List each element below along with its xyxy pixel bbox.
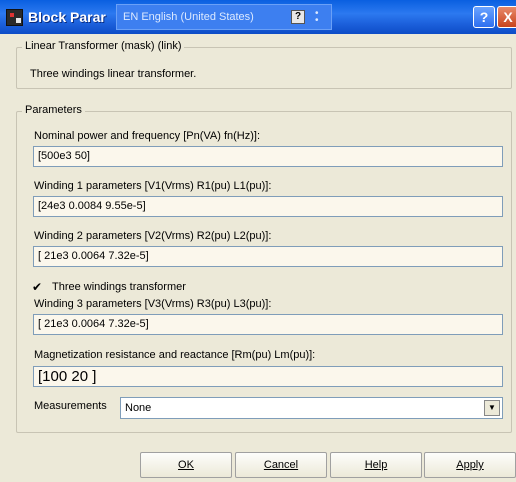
ok-button[interactable]: OK: [140, 452, 232, 478]
measurements-label: Measurements: [34, 400, 107, 412]
mask-description: Three windings linear transformer.: [30, 68, 197, 80]
three-windings-label[interactable]: Three windings transformer: [52, 281, 186, 293]
cancel-button-label[interactable]: Cancel: [264, 459, 298, 471]
measurements-select[interactable]: None ▼: [120, 397, 503, 419]
nominal-power-label: Nominal power and frequency [Pn(VA) fn(H…: [34, 130, 260, 142]
close-button[interactable]: X: [497, 6, 516, 28]
ok-button-label[interactable]: OK: [178, 459, 194, 471]
nominal-power-field[interactable]: [500e3 50]: [33, 146, 503, 167]
language-help-icon[interactable]: ?: [291, 10, 305, 24]
chevron-down-icon[interactable]: ▼: [484, 400, 500, 416]
winding1-field[interactable]: [24e3 0.0084 9.55e-5]: [33, 196, 503, 217]
help-button[interactable]: Help: [330, 452, 422, 478]
title-bar[interactable]: Block Parar EN English (United States) ?…: [0, 0, 516, 34]
winding1-label: Winding 1 parameters [V1(Vrms) R1(pu) L1…: [34, 180, 272, 192]
help-button-label[interactable]: Help: [365, 459, 388, 471]
mask-group-label: Linear Transformer (mask) (link): [22, 40, 185, 52]
winding3-label: Winding 3 parameters [V3(Vrms) R3(pu) L3…: [34, 298, 272, 310]
three-windings-checkbox[interactable]: ✔ Three windings transformer: [32, 280, 186, 294]
apply-button[interactable]: Apply: [424, 452, 516, 478]
language-bar[interactable]: EN English (United States) ? • •: [116, 4, 332, 30]
winding2-label: Winding 2 parameters [V2(Vrms) R2(pu) L2…: [34, 230, 272, 242]
language-options-icon[interactable]: • •: [315, 9, 319, 26]
magnetization-field[interactable]: [100 20 ]: [33, 366, 503, 387]
language-label[interactable]: EN English (United States): [123, 11, 254, 23]
simulink-block-icon: [6, 9, 23, 26]
winding3-field[interactable]: [ 21e3 0.0064 7.32e-5]: [33, 314, 503, 335]
checkmark-icon[interactable]: ✔: [32, 280, 46, 294]
window-title: Block Parar: [28, 9, 106, 25]
magnetization-label: Magnetization resistance and reactance […: [34, 349, 316, 361]
winding2-field[interactable]: [ 21e3 0.0064 7.32e-5]: [33, 246, 503, 267]
parameters-group-label: Parameters: [22, 104, 85, 116]
title-help-button[interactable]: ?: [473, 6, 495, 28]
cancel-button[interactable]: Cancel: [235, 452, 327, 478]
apply-button-label[interactable]: Apply: [456, 459, 484, 471]
measurements-value[interactable]: None: [125, 402, 151, 414]
